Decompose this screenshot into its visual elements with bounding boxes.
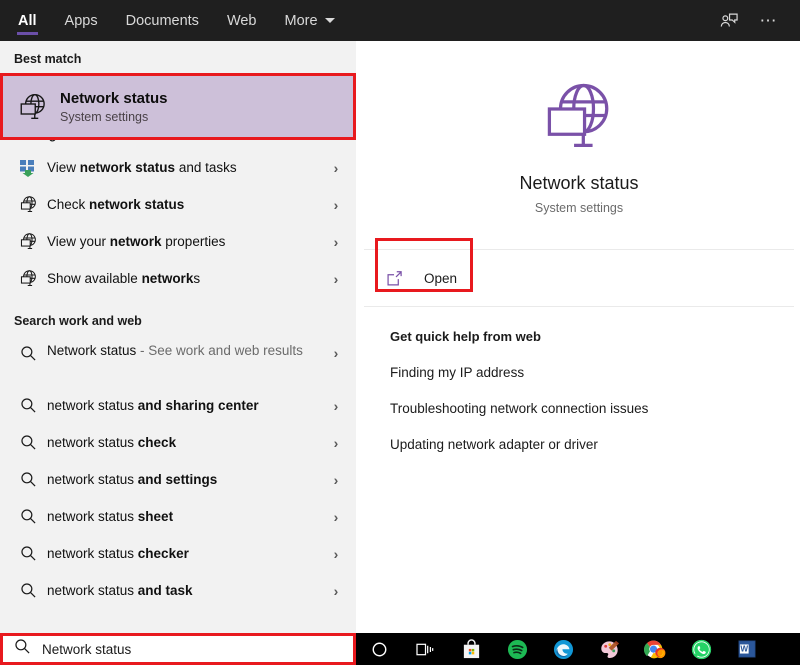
search-overlay: All Apps Documents Web More ⋯ Best match…: [0, 0, 800, 665]
web-suggestion-label: network status check: [47, 435, 177, 450]
preview-panel: Network status System settings Open Get …: [364, 45, 794, 628]
search-icon: [14, 638, 31, 660]
globe-icon: [13, 193, 43, 217]
settings-item-check-network-status[interactable]: Check network status ›: [0, 186, 356, 223]
web-search-header: Search work and web: [14, 314, 142, 328]
quick-help-section: Get quick help from web Finding my IP ad…: [364, 307, 794, 452]
web-result-primary[interactable]: Network status - See work and web result…: [0, 335, 356, 387]
tab-documents[interactable]: Documents: [112, 0, 213, 41]
chevron-right-icon: ›: [333, 270, 339, 287]
open-button-label: Open: [424, 270, 458, 286]
preview-hero: Network status System settings: [364, 45, 794, 250]
help-link-updating-driver[interactable]: Updating network adapter or driver: [390, 437, 794, 452]
microsoft-edge-icon[interactable]: [540, 633, 586, 665]
settings-item-show-available-networks[interactable]: Show available networks ›: [0, 260, 356, 297]
best-match-text: Network status System settings: [60, 89, 168, 124]
web-suggestion-and-settings[interactable]: network status and settings ›: [0, 461, 356, 498]
tab-active-indicator: [17, 32, 38, 35]
cortana-icon[interactable]: [356, 633, 402, 665]
network-sharing-center-icon: [13, 156, 43, 180]
search-input-value: Network status: [42, 641, 132, 657]
chevron-right-icon: ›: [333, 471, 339, 488]
chrome-firefox-icon[interactable]: [632, 633, 678, 665]
best-match-header: Best match: [14, 52, 82, 66]
settings-item-label: Check network status: [47, 197, 185, 212]
search-icon: [13, 579, 43, 603]
taskbar-search-input[interactable]: Network status: [0, 633, 356, 665]
chevron-right-icon: ›: [333, 233, 339, 250]
ellipsis-icon[interactable]: ⋯: [752, 4, 786, 38]
globe-icon: [13, 230, 43, 254]
best-match-title: Network status: [60, 90, 168, 107]
search-icon: [13, 542, 43, 566]
preview-actions: Open: [364, 250, 794, 307]
whatsapp-icon[interactable]: [678, 633, 724, 665]
quick-help-header: Get quick help from web: [390, 329, 541, 344]
settings-item-label: View your network properties: [47, 234, 226, 249]
web-suggestion-and-task[interactable]: network status and task ›: [0, 572, 356, 609]
preview-title: Network status: [519, 172, 639, 193]
network-globe-icon: [15, 92, 51, 122]
search-icon: [13, 394, 43, 418]
settings-item-label: Show available networks: [47, 271, 201, 286]
microsoft-store-icon[interactable]: [448, 633, 494, 665]
best-match-result[interactable]: Network status System settings: [2, 76, 354, 137]
web-suggestion-label: network status sheet: [47, 509, 174, 524]
web-suggestion-sheet[interactable]: network status sheet ›: [0, 498, 356, 535]
feedback-person-icon[interactable]: [712, 4, 746, 38]
web-result-label: Network status - See work and web result…: [47, 343, 303, 358]
settings-item-view-your-network-properties[interactable]: View your network properties ›: [0, 223, 356, 260]
taskbar: Network status W: [0, 633, 800, 665]
preview-subtitle: System settings: [534, 200, 624, 215]
settings-item-label: View network status and tasks: [47, 160, 237, 175]
network-globe-icon: [542, 80, 616, 159]
best-match-subtitle: System settings: [60, 110, 149, 124]
taskbar-apps: W: [356, 633, 770, 665]
open-external-icon: [386, 270, 412, 287]
chevron-right-icon: ›: [333, 159, 339, 176]
tab-apps-label: Apps: [64, 12, 98, 29]
chevron-right-icon: ›: [333, 397, 339, 414]
web-suggestion-label: network status and task: [47, 583, 193, 598]
web-suggestion-check[interactable]: network status check ›: [0, 424, 356, 461]
tab-apps[interactable]: Apps: [51, 0, 112, 41]
open-button[interactable]: Open: [364, 259, 794, 297]
settings-item-view-network-status-and-tasks[interactable]: View network status and tasks ›: [0, 149, 356, 186]
tab-web-label: Web: [226, 12, 257, 29]
chevron-down-icon: [324, 18, 335, 23]
search-icon: [13, 342, 43, 364]
microsoft-word-icon[interactable]: W: [724, 633, 770, 665]
search-icon: [13, 431, 43, 455]
svg-text:W: W: [740, 645, 748, 654]
web-suggestion-label: network status checker: [47, 546, 189, 561]
tab-more-label: More: [284, 12, 318, 29]
help-link-ip-address[interactable]: Finding my IP address: [390, 365, 794, 380]
globe-icon: [13, 267, 43, 291]
tab-web[interactable]: Web: [213, 0, 271, 41]
chevron-right-icon: ›: [333, 196, 339, 213]
chevron-right-icon: ›: [333, 582, 339, 599]
search-tabbar: All Apps Documents Web More ⋯: [0, 0, 800, 41]
web-suggestion-label: network status and settings: [47, 472, 218, 487]
search-icon: [13, 505, 43, 529]
tab-more[interactable]: More: [271, 0, 349, 41]
chevron-right-icon: ›: [333, 345, 339, 361]
tab-documents-label: Documents: [125, 12, 199, 29]
chevron-right-icon: ›: [333, 545, 339, 562]
tab-all-label: All: [18, 12, 37, 29]
web-suggestion-and-sharing-center[interactable]: network status and sharing center ›: [0, 387, 356, 424]
chevron-right-icon: ›: [333, 434, 339, 451]
tabbar-actions: ⋯: [712, 4, 800, 38]
paint-icon[interactable]: [586, 633, 632, 665]
help-link-troubleshooting[interactable]: Troubleshooting network connection issue…: [390, 401, 794, 416]
web-suggestion-label: network status and sharing center: [47, 398, 259, 413]
search-icon: [13, 468, 43, 492]
spotify-icon[interactable]: [494, 633, 540, 665]
chevron-right-icon: ›: [333, 508, 339, 525]
task-view-icon[interactable]: [402, 633, 448, 665]
web-suggestion-checker[interactable]: network status checker ›: [0, 535, 356, 572]
tab-all[interactable]: All: [4, 0, 51, 41]
